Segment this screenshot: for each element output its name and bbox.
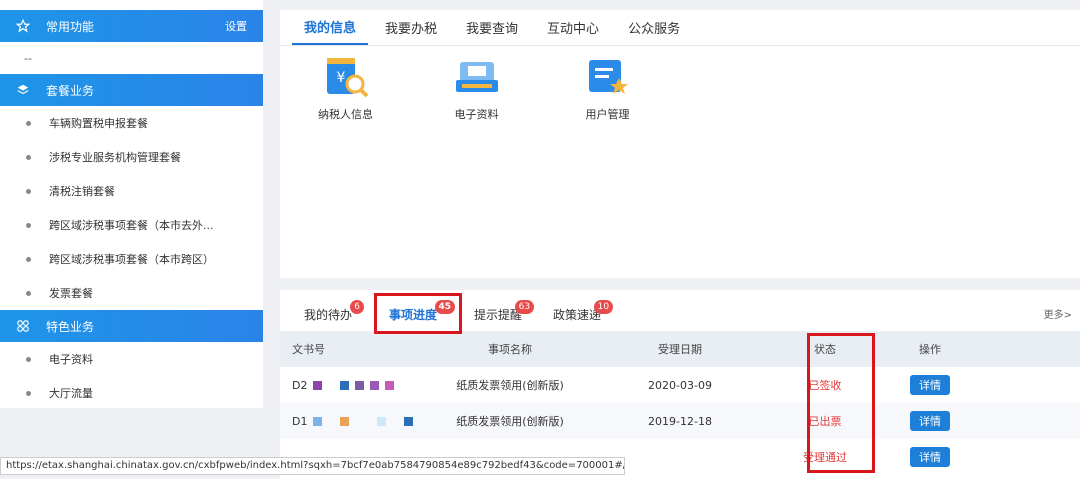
- tab-policy[interactable]: 政策速递 10: [553, 297, 614, 331]
- count-badge: 45: [434, 300, 456, 314]
- app-shortcuts: ¥ 纳税人信息 电子资料 用户管理: [280, 46, 1080, 122]
- col-item-name: 事项名称: [488, 343, 532, 356]
- redaction-block: [385, 381, 395, 390]
- tab-label: 事项进度: [389, 307, 438, 322]
- star-icon: [14, 17, 32, 35]
- section-title-special: 特色业务: [46, 319, 95, 334]
- app-label: 电子资料: [454, 108, 499, 121]
- doc-number-prefix: D1: [292, 414, 308, 428]
- redaction-block: [340, 417, 350, 426]
- sidebar-item-label: 大厅流量: [49, 387, 93, 400]
- section-title-packages: 套餐业务: [46, 83, 95, 98]
- tab-my-todo[interactable]: 我的待办 6: [304, 297, 365, 331]
- app-label: 用户管理: [585, 108, 630, 121]
- tab-label: 我的待办: [304, 307, 353, 322]
- table-row: D1 纸质发票领用(创新版) 2019-12-18 已出票 详情: [280, 403, 1080, 439]
- count-badge: 6: [350, 300, 365, 314]
- status-text: 已出票: [808, 415, 842, 428]
- tab-reminders[interactable]: 提示提醒 63: [474, 297, 535, 331]
- sidebar-item-hall-traffic[interactable]: 大厅流量: [0, 376, 263, 410]
- doc-number: D1: [280, 415, 420, 428]
- col-action: 操作: [919, 343, 941, 356]
- more-link[interactable]: 更多>: [1044, 306, 1072, 321]
- user-management-icon: [588, 60, 628, 94]
- sidebar-item-label: 跨区域涉税事项套餐（本市跨区）: [49, 253, 214, 266]
- col-doc-number: 文书号: [292, 343, 325, 356]
- app-electronic-docs[interactable]: 电子资料: [411, 54, 542, 122]
- accept-date: 2019-12-18: [648, 414, 712, 428]
- redaction-block: [404, 417, 414, 426]
- doc-number: D2: [280, 379, 420, 392]
- section-title-common: 常用功能: [46, 19, 95, 34]
- count-badge: 63: [514, 300, 535, 314]
- layers-icon: [14, 81, 32, 99]
- section-header-special[interactable]: 特色业务: [0, 310, 263, 342]
- tab-progress[interactable]: 事项进度 45: [383, 297, 456, 331]
- details-button[interactable]: 详情: [910, 375, 950, 395]
- svg-text:¥: ¥: [336, 70, 345, 86]
- settings-link[interactable]: 设置: [225, 18, 247, 34]
- sidebar-item-invoice[interactable]: 发票套餐: [0, 276, 263, 310]
- section-header-common[interactable]: 常用功能 设置: [0, 10, 263, 42]
- redaction-block: [313, 381, 323, 390]
- task-tabs: 我的待办 6 事项进度 45 提示提醒 63 政策速递 10 更多>: [280, 290, 1080, 331]
- redaction-block: [355, 381, 365, 390]
- top-panel: 我的信息 我要办税 我要查询 互动中心 公众服务 ¥ 纳税人信息 电子资料 用户…: [280, 10, 1080, 278]
- taxpayer-info-icon: ¥: [326, 58, 368, 98]
- electronic-docs-icon: [455, 62, 498, 92]
- sidebar-item-cross-region-out[interactable]: 跨区域涉税事项套餐（本市去外...: [0, 208, 263, 242]
- sidebar-item-label: 车辆购置税申报套餐: [49, 117, 148, 130]
- sidebar-item-cross-region-in[interactable]: 跨区域涉税事项套餐（本市跨区）: [0, 242, 263, 276]
- tab-my-info[interactable]: 我的信息: [292, 10, 369, 45]
- details-button[interactable]: 详情: [910, 447, 950, 467]
- app-user-management[interactable]: 用户管理: [542, 54, 673, 122]
- bullet-icon: [26, 222, 31, 228]
- app-label: 纳税人信息: [318, 108, 373, 121]
- sidebar-item-label: 清税注销套餐: [49, 185, 115, 198]
- table-header: 文书号 事项名称 受理日期 状态 操作: [280, 331, 1080, 367]
- item-name: 纸质发票领用(创新版): [456, 415, 564, 428]
- item-name: 纸质发票领用(创新版): [456, 379, 564, 392]
- redaction-block: [313, 417, 323, 426]
- app-taxpayer-info[interactable]: ¥ 纳税人信息: [280, 54, 411, 122]
- redaction-block: [340, 381, 350, 390]
- details-button[interactable]: 详情: [910, 411, 950, 431]
- tab-public-service[interactable]: 公众服务: [616, 10, 692, 45]
- bullet-icon: [26, 356, 31, 362]
- col-status: 状态: [814, 343, 836, 356]
- empty-placeholder: --: [24, 51, 32, 65]
- tab-interaction[interactable]: 互动中心: [535, 10, 611, 45]
- redaction-block: [377, 417, 387, 426]
- sidebar-item-label: 电子资料: [49, 353, 93, 366]
- bottom-panel: 我的待办 6 事项进度 45 提示提醒 63 政策速递 10 更多> 文书号 事项名称 …: [280, 290, 1080, 479]
- section-header-packages[interactable]: 套餐业务: [0, 74, 263, 106]
- sidebar-item-label: 涉税专业服务机构管理套餐: [49, 151, 181, 164]
- count-badge: 10: [593, 300, 614, 314]
- tab-query[interactable]: 我要查询: [454, 10, 530, 45]
- sidebar-item-electronic-docs[interactable]: 电子资料: [0, 342, 263, 376]
- status-text: 受理通过: [803, 451, 847, 464]
- sidebar-item-label: 跨区域涉税事项套餐（本市去外...: [49, 219, 214, 232]
- table-row: D2 纸质发票领用(创新版) 2020-03-09 已签收 详情: [280, 367, 1080, 403]
- sidebar-item-tax-clearance[interactable]: 清税注销套餐: [0, 174, 263, 208]
- status-bar-url: https://etax.shanghai.chinatax.gov.cn/cx…: [0, 457, 625, 475]
- redaction-block: [370, 381, 380, 390]
- sidebar-item-label: 发票套餐: [49, 287, 93, 300]
- bullet-icon: [26, 154, 31, 160]
- bullet-icon: [26, 256, 31, 262]
- sidebar: 常用功能 设置 -- 套餐业务 车辆购置税申报套餐 涉税专业服务机构管理套餐 清…: [0, 0, 263, 408]
- sidebar-item-tax-agency[interactable]: 涉税专业服务机构管理套餐: [0, 140, 263, 174]
- bullet-icon: [26, 390, 31, 396]
- status-text: 已签收: [808, 379, 842, 392]
- tab-tax-handling[interactable]: 我要办税: [373, 10, 449, 45]
- sidebar-item-vehicle-tax[interactable]: 车辆购置税申报套餐: [0, 106, 263, 140]
- accept-date: 2020-03-09: [648, 378, 712, 392]
- main-tabs: 我的信息 我要办税 我要查询 互动中心 公众服务: [280, 10, 1080, 46]
- bullet-icon: [26, 290, 31, 296]
- bullet-icon: [26, 120, 31, 126]
- bullet-icon: [26, 188, 31, 194]
- doc-number-prefix: D2: [292, 378, 308, 392]
- grid-icon: [14, 317, 32, 335]
- col-accept-date: 受理日期: [658, 343, 702, 356]
